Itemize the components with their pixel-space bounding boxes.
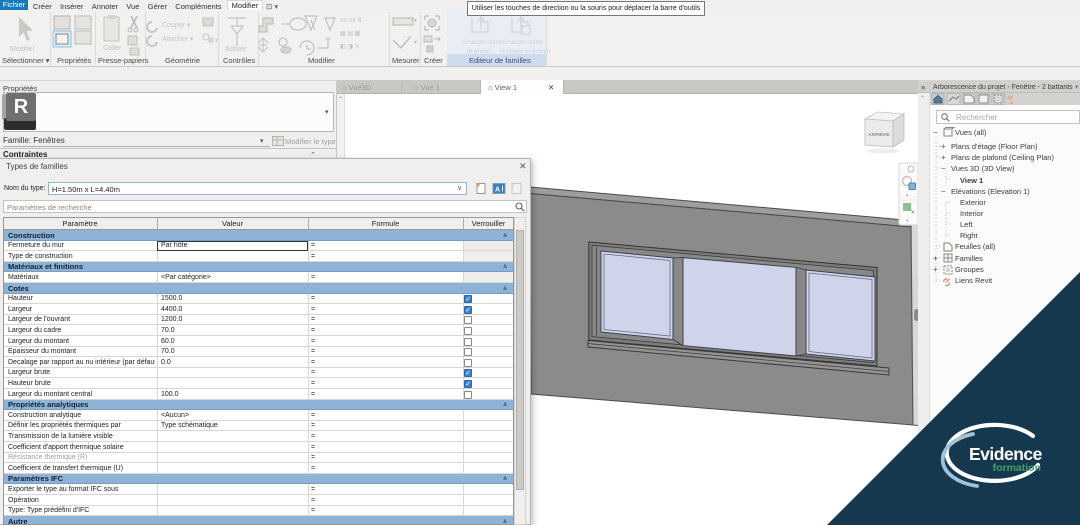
svg-text:▦ ▤ ▦: ▦ ▤ ▦ (340, 31, 361, 37)
svg-text:le projet et fermer: le projet et fermer (500, 48, 552, 55)
svg-text:Coller: Coller (103, 45, 122, 52)
svg-text:Charger dans: Charger dans (503, 39, 543, 46)
svg-text:Charger dans: Charger dans (463, 39, 503, 46)
svg-text:▾: ▾ (414, 18, 417, 24)
svg-text:Activer: Activer (225, 46, 247, 53)
svg-text:Attacher ▾: Attacher ▾ (162, 36, 194, 43)
svg-text:Couper ▾: Couper ▾ (162, 22, 191, 29)
svg-text:▾: ▾ (414, 40, 417, 46)
svg-text:Modifier: Modifier (10, 46, 36, 53)
svg-text:A: A (495, 187, 500, 194)
svg-text:▾: ▾ (215, 38, 218, 44)
svg-text:◧ ◨ ✕: ◧ ◨ ✕ (340, 44, 360, 50)
svg-text:formation: formation (993, 462, 1041, 474)
svg-text:Evidence: Evidence (969, 444, 1043, 464)
svg-text:≡≡ ≡≡ ⇅: ≡≡ ≡≡ ⇅ (340, 18, 362, 24)
svg-text:le projet: le projet (467, 48, 490, 55)
